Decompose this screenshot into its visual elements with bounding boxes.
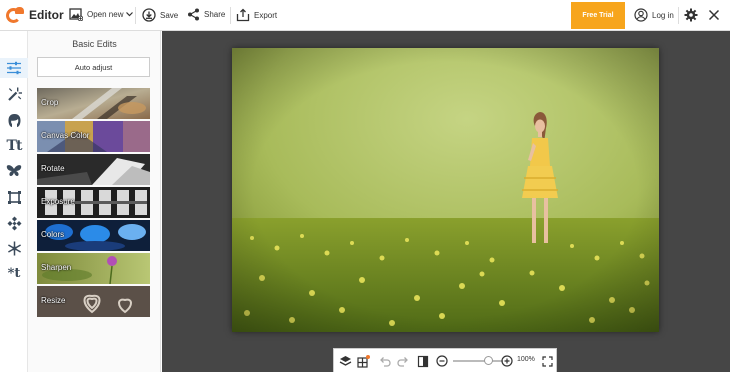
- fit-screen-button[interactable]: [540, 354, 554, 368]
- open-new-button[interactable]: Open new: [69, 8, 134, 21]
- close-button[interactable]: [708, 8, 720, 26]
- sidebar-item-frames[interactable]: [4, 187, 24, 207]
- tool-canvas-color[interactable]: Canvas Color: [37, 121, 150, 152]
- sliders-icon: [7, 61, 21, 75]
- top-toolbar: Editor Open new Save Share Export Free T…: [0, 0, 730, 31]
- sidebar-item-textures[interactable]: [4, 213, 24, 233]
- tool-crop[interactable]: Crop: [37, 88, 150, 119]
- text-icon: Tt: [6, 138, 23, 154]
- edited-photo[interactable]: [232, 48, 659, 332]
- sidebar-item-stickers[interactable]: *t: [4, 263, 24, 283]
- snowflake-icon: [7, 241, 21, 255]
- collage-button[interactable]: [356, 354, 370, 368]
- sidebar-item-basic-edits[interactable]: [0, 58, 28, 78]
- open-new-label: Open new: [87, 10, 124, 19]
- zoom-out-button[interactable]: [435, 354, 449, 368]
- undo-button[interactable]: [378, 354, 392, 368]
- redo-icon: [397, 356, 408, 367]
- settings-button[interactable]: [684, 8, 698, 27]
- editor-logo[interactable]: Editor: [6, 7, 64, 23]
- divider: [678, 7, 679, 24]
- undo-icon: [380, 356, 391, 367]
- auto-adjust-button[interactable]: Auto adjust: [37, 57, 150, 77]
- logo-label: Editor: [29, 8, 64, 22]
- tool-label: Rotate: [41, 164, 65, 173]
- save-label: Save: [160, 10, 179, 20]
- tool-category-sidebar: Tt *t: [0, 31, 28, 372]
- tool-resize[interactable]: Resize: [37, 286, 150, 317]
- compare-button[interactable]: [416, 354, 430, 368]
- export-label: Export: [254, 10, 278, 20]
- login-button[interactable]: Log in: [634, 8, 674, 22]
- grid-add-icon: [356, 354, 370, 368]
- basic-edits-panel: Basic Edits Auto adjust Crop Canvas Colo…: [28, 31, 161, 372]
- export-icon: [236, 8, 250, 22]
- redo-button[interactable]: [396, 354, 410, 368]
- layers-icon: [339, 356, 351, 366]
- tool-label: Resize: [41, 296, 66, 305]
- tool-label: Canvas Color: [41, 131, 90, 140]
- tool-label: Exposure: [41, 197, 75, 206]
- sidebar-item-overlays[interactable]: [4, 238, 24, 258]
- sidebar-item-effects[interactable]: [4, 84, 24, 104]
- user-icon: [634, 8, 648, 22]
- save-button[interactable]: Save: [142, 8, 178, 22]
- tool-sharpen[interactable]: Sharpen: [37, 253, 150, 284]
- zoom-in-icon: [501, 355, 513, 367]
- divider: [135, 7, 136, 24]
- tool-label: Crop: [41, 98, 59, 107]
- magic-wand-icon: [7, 87, 22, 101]
- tool-colors[interactable]: Colors: [37, 220, 150, 251]
- tool-exposure[interactable]: Exposure: [37, 187, 150, 218]
- share-button[interactable]: Share: [187, 8, 225, 21]
- zoom-out-icon: [436, 355, 448, 367]
- free-trial-button[interactable]: Free Trial: [571, 2, 625, 29]
- zoom-slider[interactable]: [453, 360, 503, 362]
- canvas-workspace: [162, 31, 730, 372]
- zoom-in-button[interactable]: [500, 354, 514, 368]
- frame-icon: [7, 190, 21, 204]
- sidebar-item-text[interactable]: Tt: [4, 136, 24, 156]
- close-icon: [708, 9, 720, 21]
- gear-icon: [684, 8, 698, 22]
- share-label: Share: [204, 10, 226, 19]
- save-icon: [142, 8, 156, 22]
- tool-label: Colors: [41, 230, 65, 239]
- layers-button[interactable]: [338, 354, 352, 368]
- panel-title: Basic Edits: [72, 39, 117, 49]
- open-image-icon: [69, 8, 83, 21]
- sidebar-item-graphics[interactable]: [4, 161, 24, 181]
- butterfly-icon: [6, 165, 22, 176]
- share-icon: [188, 8, 199, 21]
- zoom-slider-handle[interactable]: [483, 356, 493, 365]
- tool-label: Sharpen: [41, 263, 72, 272]
- portrait-icon: [8, 113, 20, 127]
- zoom-level: 100%: [517, 356, 535, 363]
- compare-icon: [417, 355, 429, 367]
- login-label: Log in: [652, 10, 674, 20]
- chevron-down-icon: [126, 12, 134, 17]
- tool-rotate[interactable]: Rotate: [37, 154, 150, 185]
- export-button[interactable]: Export: [236, 8, 277, 22]
- fullscreen-icon: [541, 355, 553, 367]
- bottom-toolbar: 100%: [333, 348, 557, 372]
- sticker-text-icon: *t: [7, 265, 21, 281]
- logo-icon: [6, 7, 26, 23]
- photo-image: [232, 48, 659, 332]
- sidebar-item-touch-up[interactable]: [4, 110, 24, 130]
- divider: [230, 7, 231, 24]
- texture-icon: [7, 216, 21, 230]
